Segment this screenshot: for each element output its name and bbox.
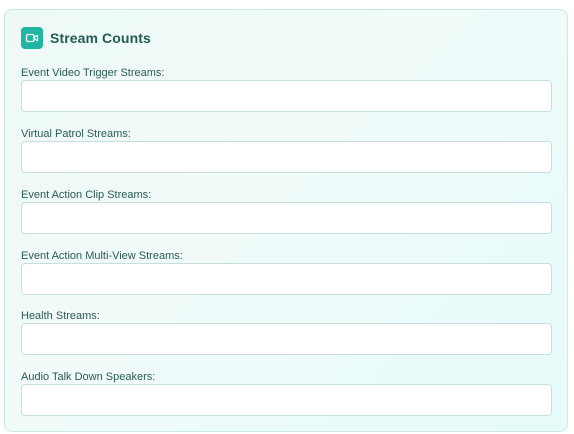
- section-title: Stream Counts: [50, 30, 151, 46]
- event-action-clip-streams-field: Event Action Clip Streams:: [21, 188, 552, 234]
- field-label: Health Streams:: [21, 310, 100, 322]
- stream-counts-panel: Stream Counts Event Video Trigger Stream…: [4, 9, 568, 432]
- virtual-patrol-streams-input[interactable]: [21, 141, 552, 173]
- video-camera-icon: [21, 27, 43, 49]
- health-streams-field: Health Streams:: [21, 309, 552, 355]
- event-action-multi-view-streams-field: Event Action Multi-View Streams:: [21, 249, 552, 295]
- field-label: Virtual Patrol Streams:: [21, 128, 131, 140]
- field-label: Audio Talk Down Speakers:: [21, 371, 156, 383]
- event-video-trigger-streams-field: Event Video Trigger Streams:: [21, 66, 552, 112]
- field-label: Event Action Clip Streams:: [21, 189, 152, 201]
- field-label: Event Action Multi-View Streams:: [21, 250, 183, 262]
- audio-talk-down-speakers-field: Audio Talk Down Speakers:: [21, 370, 552, 416]
- event-video-trigger-streams-input[interactable]: [21, 80, 552, 112]
- event-action-multi-view-streams-input[interactable]: [21, 263, 552, 295]
- section-header: Stream Counts: [21, 27, 151, 49]
- health-streams-input[interactable]: [21, 323, 552, 355]
- audio-talk-down-speakers-input[interactable]: [21, 384, 552, 416]
- field-label: Event Video Trigger Streams:: [21, 67, 165, 79]
- event-action-clip-streams-input[interactable]: [21, 202, 552, 234]
- virtual-patrol-streams-field: Virtual Patrol Streams:: [21, 127, 552, 173]
